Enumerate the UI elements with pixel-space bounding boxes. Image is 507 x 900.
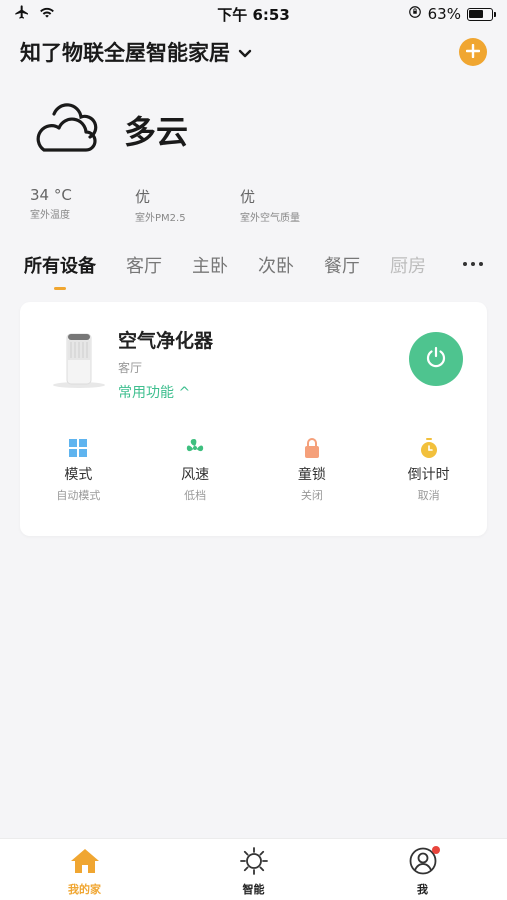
tab-dining-room[interactable]: 餐厅 — [324, 252, 360, 278]
common-functions-link[interactable]: 常用功能 ^ — [118, 382, 213, 402]
plus-icon — [465, 43, 481, 62]
device-info: 空气净化器 客厅 常用功能 ^ — [118, 326, 213, 402]
weather-panel: 多云 34 °C 室外温度 优 室外PM2.5 优 室外空气质量 — [30, 100, 477, 224]
home-selector[interactable]: 知了物联全屋智能家居 — [20, 37, 252, 67]
stat-value: 优 — [240, 188, 256, 206]
home-icon — [69, 847, 101, 879]
battery-percent: 63% — [427, 5, 461, 23]
profile-icon — [408, 846, 440, 879]
cloud-icon — [30, 100, 102, 160]
control-value: 取消 — [417, 489, 440, 502]
stat-pm25: 优 室外PM2.5 — [135, 186, 239, 224]
nav-smart[interactable]: 智能 — [169, 839, 338, 900]
wifi-icon — [38, 5, 56, 23]
tab-all-devices[interactable]: 所有设备 — [24, 252, 96, 278]
power-icon — [424, 345, 448, 373]
control-value: 低档 — [184, 489, 207, 502]
fan-icon — [137, 436, 254, 460]
device-room: 客厅 — [118, 361, 143, 375]
weather-stats: 34 °C 室外温度 优 室外PM2.5 优 室外空气质量 — [30, 186, 477, 224]
status-left — [14, 4, 134, 24]
room-tabs: 所有设备 客厅 主卧 次卧 餐厅 厨房 — [24, 252, 487, 292]
orientation-lock-icon — [408, 5, 422, 23]
sun-icon — [239, 847, 269, 879]
status-time: 下午 6:53 — [217, 5, 290, 24]
chevron-down-icon — [238, 40, 252, 64]
tab-living-room[interactable]: 客厅 — [126, 252, 162, 278]
control-mode[interactable]: 模式 自动模式 — [20, 436, 137, 503]
grid-icon — [20, 436, 137, 460]
tab-master-bedroom[interactable]: 主卧 — [192, 252, 228, 278]
status-bar: 下午 6:53 63% — [0, 0, 507, 28]
weather-condition: 多云 — [124, 113, 189, 151]
header: 知了物联全屋智能家居 — [20, 34, 487, 70]
stat-air-quality: 优 室外空气质量 — [240, 186, 344, 224]
more-icon[interactable] — [463, 254, 483, 274]
add-button[interactable] — [459, 38, 487, 66]
timer-icon — [370, 436, 487, 460]
nav-label: 我的家 — [68, 883, 101, 896]
control-value: 自动模式 — [56, 489, 101, 502]
tab-kitchen[interactable]: 厨房 — [390, 252, 426, 278]
stat-label: 室外空气质量 — [240, 213, 300, 224]
control-label: 模式 — [64, 467, 93, 483]
airplane-icon — [14, 4, 30, 24]
control-label: 风速 — [181, 467, 210, 483]
stat-label: 室外温度 — [30, 210, 70, 221]
battery-fill — [469, 10, 483, 18]
stat-value: 优 — [135, 188, 151, 206]
weather-main: 多云 — [30, 100, 477, 160]
bottom-nav: 我的家 智能 我 — [0, 838, 507, 900]
power-button[interactable] — [409, 332, 463, 386]
control-child-lock[interactable]: 童锁 关闭 — [254, 436, 371, 503]
device-name: 空气净化器 — [118, 330, 214, 352]
stat-temperature: 34 °C 室外温度 — [30, 186, 134, 224]
nav-my-home[interactable]: 我的家 — [0, 839, 169, 900]
notification-dot — [431, 846, 440, 854]
battery-icon — [466, 7, 496, 21]
control-countdown[interactable]: 倒计时 取消 — [370, 436, 487, 503]
nav-label: 智能 — [242, 883, 265, 896]
home-title: 知了物联全屋智能家居 — [20, 41, 230, 65]
stat-label: 室外PM2.5 — [135, 213, 186, 224]
control-label: 童锁 — [297, 467, 326, 483]
control-fan-speed[interactable]: 风速 低档 — [137, 436, 254, 503]
control-value: 关闭 — [300, 489, 323, 502]
device-controls: 模式 自动模式 风速 低档 童锁 关闭 倒计时 取消 — [20, 436, 487, 503]
nav-label: 我 — [417, 883, 428, 896]
status-right: 63% — [373, 5, 496, 23]
lock-icon — [254, 436, 371, 460]
nav-me[interactable]: 我 — [338, 839, 507, 900]
air-purifier-image — [40, 328, 118, 390]
tab-second-bedroom[interactable]: 次卧 — [258, 252, 294, 278]
control-label: 倒计时 — [407, 467, 450, 483]
device-card[interactable]: 空气净化器 客厅 常用功能 ^ 模式 自动模式 风速 低档 童锁 关闭 倒计时 … — [20, 302, 487, 536]
stat-value: 34 °C — [30, 186, 72, 204]
